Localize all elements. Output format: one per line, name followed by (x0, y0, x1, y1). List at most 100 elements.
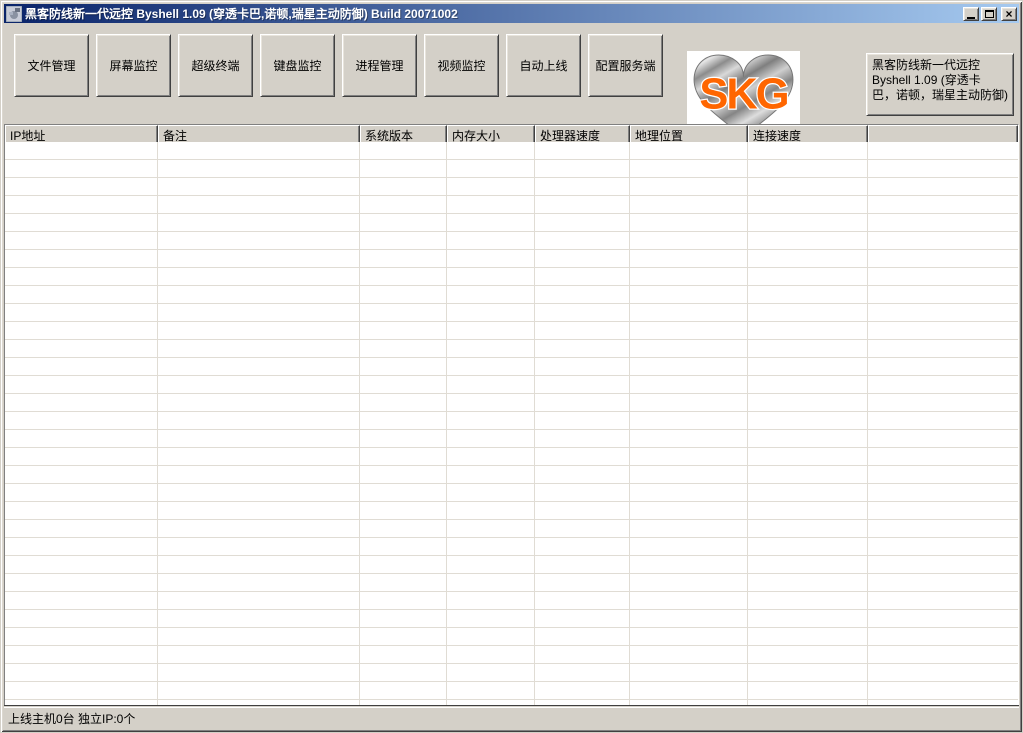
table-row[interactable] (5, 628, 1018, 646)
toolbar-button-4[interactable]: 键盘监控 (260, 34, 335, 97)
table-row[interactable] (5, 376, 1018, 394)
toolbar-button-8[interactable]: 配置服务端 (588, 34, 663, 97)
table-row[interactable] (5, 682, 1018, 700)
table-cell (447, 466, 535, 483)
toolbar-button-5[interactable]: 进程管理 (342, 34, 417, 97)
toolbar-button-2[interactable]: 屏幕监控 (96, 34, 171, 97)
table-row[interactable] (5, 214, 1018, 232)
close-button[interactable]: × (1001, 7, 1017, 21)
table-cell (535, 610, 630, 627)
table-row[interactable] (5, 250, 1018, 268)
table-row[interactable] (5, 196, 1018, 214)
table-cell (360, 484, 447, 501)
table-cell (748, 628, 868, 645)
table-row[interactable] (5, 646, 1018, 664)
table-row[interactable] (5, 502, 1018, 520)
table-cell (868, 214, 1018, 231)
table-row[interactable] (5, 664, 1018, 682)
table-cell (447, 340, 535, 357)
table-row[interactable] (5, 340, 1018, 358)
column-header-地理位置[interactable]: 地理位置 (630, 125, 748, 142)
table-cell (447, 286, 535, 303)
column-header-连接速度[interactable]: 连接速度 (748, 125, 868, 142)
table-cell (360, 502, 447, 519)
table-cell (748, 304, 868, 321)
table-cell (868, 628, 1018, 645)
table-cell (868, 286, 1018, 303)
table-cell (630, 448, 748, 465)
table-row[interactable] (5, 520, 1018, 538)
table-cell (748, 448, 868, 465)
table-row[interactable] (5, 412, 1018, 430)
table-row[interactable] (5, 592, 1018, 610)
toolbar-button-6[interactable]: 视频监控 (424, 34, 499, 97)
minimize-button[interactable] (963, 7, 979, 21)
toolbar-button-1[interactable]: 文件管理 (14, 34, 89, 97)
maximize-button[interactable] (981, 7, 997, 21)
table-cell (447, 538, 535, 555)
table-cell (447, 214, 535, 231)
column-header-备注[interactable]: 备注 (158, 125, 360, 142)
table-row[interactable] (5, 484, 1018, 502)
table-row[interactable] (5, 160, 1018, 178)
table-cell (360, 466, 447, 483)
app-icon[interactable] (6, 6, 22, 22)
table-cell (748, 394, 868, 411)
table-row[interactable] (5, 394, 1018, 412)
table-cell (447, 646, 535, 663)
table-row[interactable] (5, 322, 1018, 340)
table-cell (158, 142, 360, 159)
table-row[interactable] (5, 610, 1018, 628)
toolbar-button-3[interactable]: 超级终端 (178, 34, 253, 97)
column-header-IP地址[interactable]: IP地址 (5, 125, 158, 142)
table-row[interactable] (5, 178, 1018, 196)
table-row[interactable] (5, 286, 1018, 304)
table-cell (360, 430, 447, 447)
table-cell (630, 556, 748, 573)
column-header-处理器速度[interactable]: 处理器速度 (535, 125, 630, 142)
column-header-内存大小[interactable]: 内存大小 (447, 125, 535, 142)
table-row[interactable] (5, 430, 1018, 448)
table-cell (5, 466, 158, 483)
table-cell (158, 232, 360, 249)
close-icon: × (1005, 9, 1012, 19)
table-row[interactable] (5, 232, 1018, 250)
table-cell (630, 412, 748, 429)
table-cell (535, 304, 630, 321)
toolbar-button-7[interactable]: 自动上线 (506, 34, 581, 97)
table-cell (630, 610, 748, 627)
table-cell (447, 610, 535, 627)
table-cell (5, 160, 158, 177)
table-row[interactable] (5, 142, 1018, 160)
table-cell (158, 592, 360, 609)
table-row[interactable] (5, 574, 1018, 592)
table-cell (868, 556, 1018, 573)
table-cell (447, 556, 535, 573)
table-row[interactable] (5, 304, 1018, 322)
table-cell (535, 520, 630, 537)
table-cell (535, 574, 630, 591)
column-header-empty[interactable] (868, 125, 1018, 142)
table-cell (5, 556, 158, 573)
table-cell (360, 628, 447, 645)
toolbar-buttons: 文件管理屏幕监控超级终端键盘监控进程管理视频监控自动上线配置服务端 (14, 34, 670, 97)
table-row[interactable] (5, 538, 1018, 556)
titlebar[interactable]: 黑客防线新一代远控 Byshell 1.09 (穿透卡巴,诺顿,瑞星主动防御) … (4, 4, 1019, 23)
table-row[interactable] (5, 556, 1018, 574)
table-row[interactable] (5, 268, 1018, 286)
table-cell (868, 430, 1018, 447)
table-cell (158, 358, 360, 375)
table-row[interactable] (5, 466, 1018, 484)
table-row[interactable] (5, 358, 1018, 376)
table-cell (535, 484, 630, 501)
info-box-line: 巴，诺顿，瑞星主动防御) (872, 88, 1008, 103)
table-cell (5, 358, 158, 375)
table-row[interactable] (5, 448, 1018, 466)
table-cell (5, 214, 158, 231)
table-cell (5, 520, 158, 537)
column-header-系统版本[interactable]: 系统版本 (360, 125, 447, 142)
info-box: 黑客防线新一代远控Byshell 1.09 (穿透卡巴，诺顿，瑞星主动防御) (866, 53, 1014, 116)
host-list[interactable]: IP地址备注系统版本内存大小处理器速度地理位置连接速度 (4, 124, 1019, 707)
table-cell (447, 250, 535, 267)
table-cell (158, 646, 360, 663)
